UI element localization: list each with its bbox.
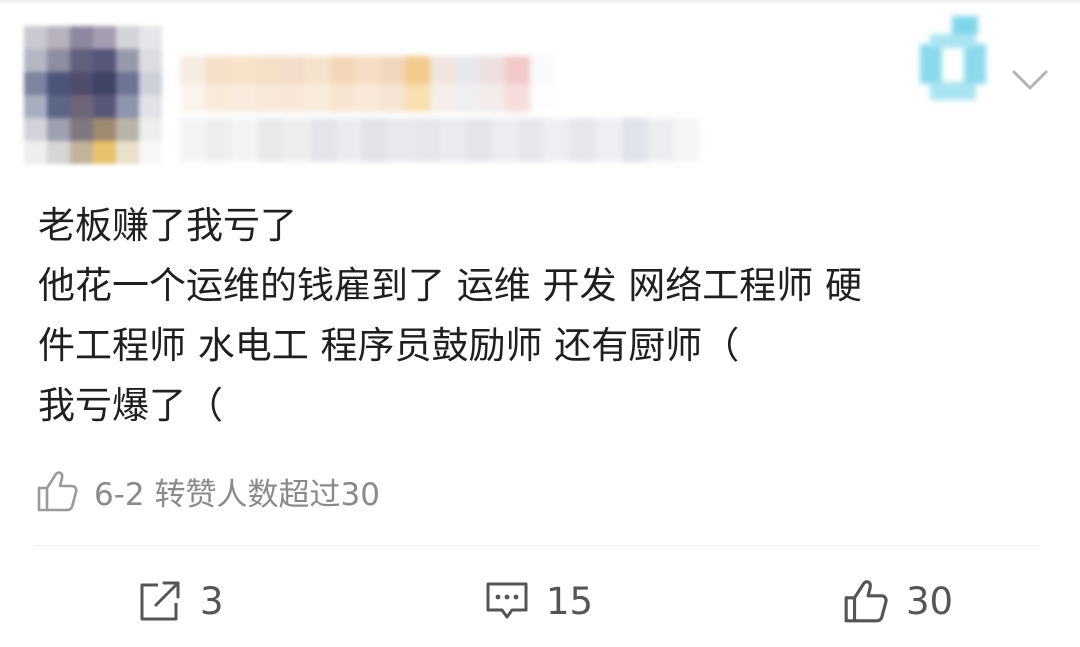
thumbs-up-icon xyxy=(37,471,78,512)
thumbs-up-icon xyxy=(844,580,888,623)
divider xyxy=(34,545,1040,546)
like-count: 30 xyxy=(906,579,954,623)
repost-like-summary[interactable]: 6-2 转赞人数超过30 xyxy=(34,466,380,516)
weibo-post-card: 老板赚了我亏了 他花一个运维的钱雇到了 运维 开发 网络工程师 硬 件工程师 水… xyxy=(0,0,1080,647)
post-text-line: 老板赚了我亏了 xyxy=(38,204,297,247)
verified-badge-icon xyxy=(920,16,986,100)
post-text-line: 我亏爆了（ xyxy=(38,384,223,427)
avatar[interactable] xyxy=(24,26,162,164)
chevron-down-icon[interactable] xyxy=(1010,64,1050,94)
comment-icon xyxy=(486,582,528,619)
username-blurred[interactable] xyxy=(180,56,580,112)
share-icon xyxy=(140,581,180,621)
post-meta-blurred xyxy=(180,118,700,162)
top-edge xyxy=(0,0,1080,6)
comment-count: 15 xyxy=(546,579,594,623)
repost-button[interactable]: 3 xyxy=(136,574,224,628)
comment-button[interactable]: 15 xyxy=(484,574,593,628)
repost-like-summary-text: 6-2 转赞人数超过30 xyxy=(94,476,380,513)
post-text: 老板赚了我亏了 他花一个运维的钱雇到了 运维 开发 网络工程师 硬 件工程师 水… xyxy=(38,196,1048,436)
post-text-line: 件工程师 水电工 程序员鼓励师 还有厨师（ xyxy=(38,324,740,367)
repost-count: 3 xyxy=(200,579,224,623)
like-button[interactable]: 30 xyxy=(842,574,953,628)
post-text-line: 他花一个运维的钱雇到了 运维 开发 网络工程师 硬 xyxy=(38,264,863,307)
